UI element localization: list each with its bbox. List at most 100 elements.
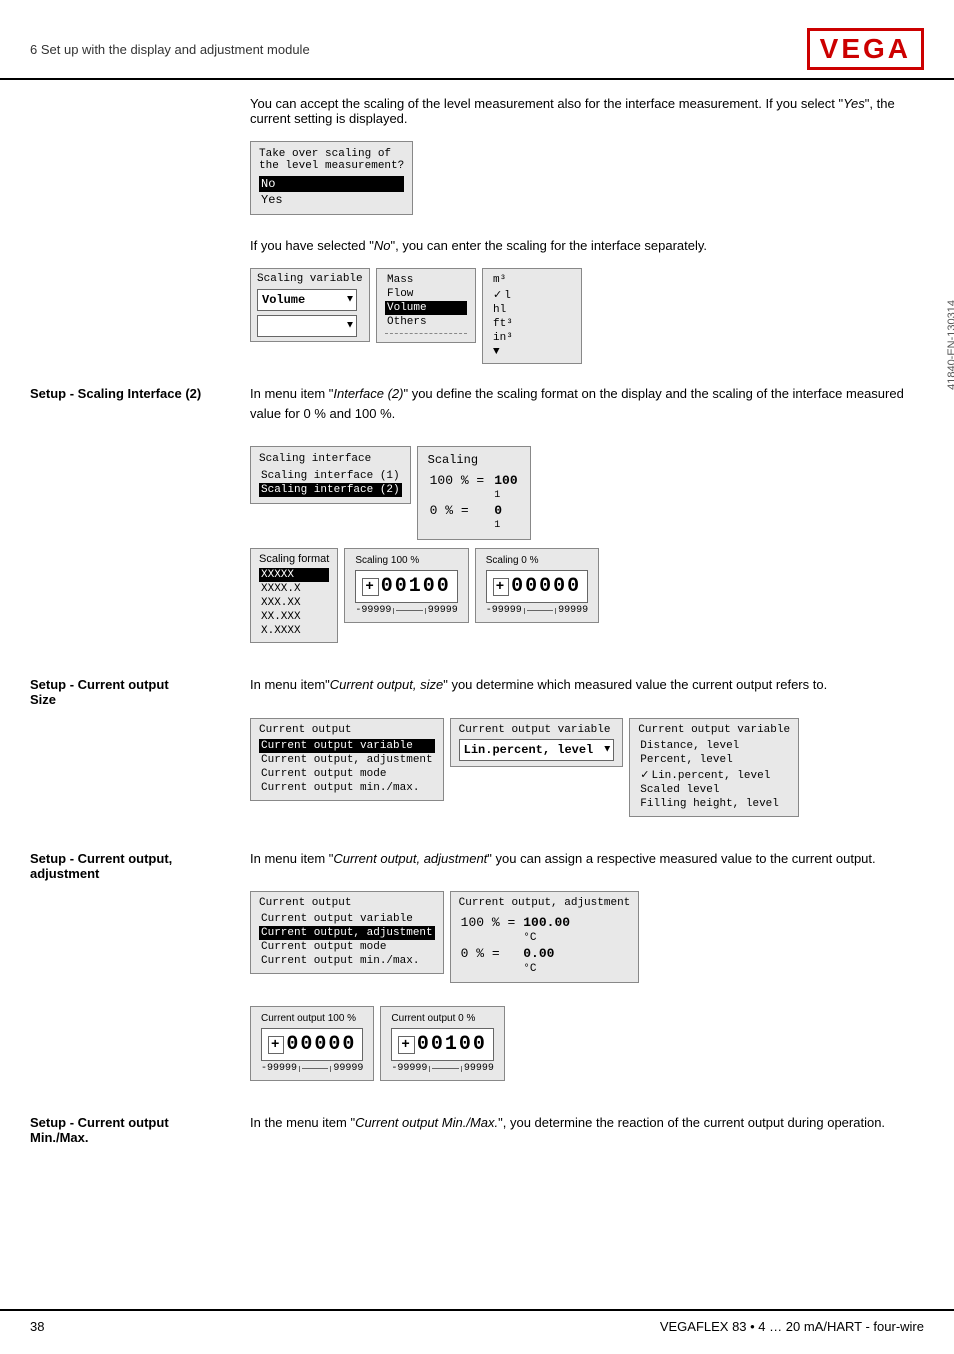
co-tick-right2 [461, 1066, 462, 1072]
take-over-title: Take over scaling ofthe level measuremen… [259, 148, 404, 172]
co-adj-100pct-unit: °C [517, 932, 570, 944]
scaling-center-dialog: Scaling 100 % = 100 1 0 % = [417, 446, 531, 540]
scaling-0-value[interactable]: + 00000 [486, 570, 588, 603]
co-output-100-slider[interactable]: -99999 99999 [261, 1063, 363, 1074]
scaling-options-col1: Mass Flow Volume Others [376, 268, 476, 343]
footer-page: 38 [30, 1319, 44, 1334]
option-flow[interactable]: Flow [385, 287, 467, 301]
slider-tick-right1 [425, 608, 426, 614]
co-percent-level[interactable]: Percent, level [638, 753, 790, 767]
option-volume[interactable]: Volume [385, 301, 467, 315]
section-current-output-minmax: Setup - Current outputMin./Max. In the m… [30, 1113, 924, 1145]
co-adj-adjustment[interactable]: Current output, adjustment [259, 926, 435, 940]
co-output-0-digits: 00100 [417, 1033, 487, 1056]
scaling-interface-dialog: Scaling interface Scaling interface (1) … [250, 446, 411, 504]
co-adj-variable[interactable]: Current output variable [259, 912, 435, 926]
scaling-100-digits: 00100 [381, 575, 451, 598]
option-m3[interactable]: m³ [491, 273, 573, 287]
current-output-adjustment-text: In menu item "Current output, adjustment… [250, 849, 924, 869]
slider-line1 [396, 610, 422, 611]
option-hl[interactable]: hl [491, 303, 573, 317]
co-output-100-value[interactable]: + 00000 [261, 1028, 363, 1061]
co-adj-minmax[interactable]: Current output min./max. [259, 954, 435, 968]
doc-number: 41840-EN-130314 [946, 300, 954, 390]
co-mode[interactable]: Current output mode [259, 767, 435, 781]
scaling-0-slider[interactable]: -99999 99999 [486, 605, 588, 616]
scaling-interface-title: Scaling interface [259, 453, 402, 465]
current-output-menu: Current output Current output variable C… [250, 718, 444, 801]
current-output-variable-list: Current output variable Distance, level … [629, 718, 799, 817]
co-output-100-max: 99999 [333, 1063, 363, 1074]
co-output-0-max: 99999 [464, 1063, 494, 1074]
co-adj-mode[interactable]: Current output mode [259, 940, 435, 954]
co-output-0-slider[interactable]: -99999 99999 [391, 1063, 493, 1074]
co-output-100-digits: 00000 [286, 1033, 356, 1056]
format-xx-xxx[interactable]: XX.XXX [259, 610, 329, 624]
section-current-output-size-label: Setup - Current outputSize [30, 675, 250, 825]
option-in3[interactable]: in³ [491, 331, 573, 345]
format-xxxxx[interactable]: XXXXX [259, 568, 329, 582]
co-adjustment[interactable]: Current output, adjustment [259, 753, 435, 767]
scaling-100pct-label: 100 % = [430, 473, 485, 488]
co-distance-level[interactable]: Distance, level [638, 739, 790, 753]
co-linpercent-level[interactable]: Lin.percent, level [638, 767, 790, 783]
co-slider-line1 [302, 1068, 328, 1069]
scaling-0pct-value: 0 [486, 503, 517, 518]
scaling-0pct-sub-val: 1 [486, 520, 517, 531]
scaling-100-slider[interactable]: -99999 99999 [355, 605, 457, 616]
section-current-output-size: Setup - Current outputSize In menu item"… [30, 675, 924, 825]
scaling-variable-dropdown2[interactable]: ▼ [257, 315, 357, 337]
slider-tick-left2 [524, 608, 525, 614]
co-adj-table: 100 % = 100.00 °C 0 % = 0.00 [459, 913, 572, 977]
co-scaled-level[interactable]: Scaled level [638, 783, 790, 797]
scaling-100pct-sub [430, 490, 485, 501]
scaling-0-max: 99999 [558, 605, 588, 616]
section-current-output-adjustment-label: Setup - Current output,adjustment [30, 849, 250, 1090]
co-filling-height[interactable]: Filling height, level [638, 797, 790, 811]
page-container: 6 Set up with the display and adjustment… [0, 0, 954, 1354]
take-over-yes[interactable]: Yes [259, 192, 404, 208]
plus-icon: + [362, 578, 378, 596]
content-area: You can accept the scaling of the level … [0, 96, 954, 1145]
scaling-interface-1[interactable]: Scaling interface (1) [259, 469, 402, 483]
scaling-interface-2[interactable]: Scaling interface (2) [259, 483, 402, 497]
co-plus-icon: + [268, 1036, 284, 1054]
footer: 38 VEGAFLEX 83 • 4 … 20 mA/HART - four-w… [0, 1309, 954, 1334]
plus-icon2: + [493, 578, 509, 596]
scaling-format-title: Scaling format [259, 553, 329, 565]
footer-product: VEGAFLEX 83 • 4 … 20 mA/HART - four-wire [660, 1319, 924, 1334]
scaling-table: 100 % = 100 1 0 % = 0 [428, 471, 520, 533]
dropdown-arrow2-icon: ▼ [347, 321, 353, 332]
scaling-100-box: Scaling 100 % + 00100 -99999 99999 [344, 548, 468, 623]
co-adj-0pct-label: 0 % = [461, 946, 516, 961]
co-plus-icon2: + [398, 1036, 414, 1054]
scaling-0-digits: 00000 [511, 575, 581, 598]
co-minmax[interactable]: Current output min./max. [259, 781, 435, 795]
current-output-minmax-text: In the menu item "Current output Min./Ma… [250, 1113, 924, 1133]
option-l[interactable]: l [491, 287, 573, 303]
co-output-0-title: Current output 0 % [391, 1013, 493, 1024]
scaling-0pct-label: 0 % = [430, 503, 485, 518]
take-over-no[interactable]: No [259, 176, 404, 192]
co-adj-dialog-title: Current output, adjustment [459, 897, 631, 909]
scaling-variable-dropdown[interactable]: Volume ▼ [257, 289, 357, 311]
co-variable[interactable]: Current output variable [259, 739, 435, 753]
intro-block: You can accept the scaling of the level … [30, 96, 924, 364]
co-variable-select[interactable]: Lin.percent, level ▼ [459, 739, 615, 761]
section-current-output-adjustment-body: In menu item "Current output, adjustment… [250, 849, 924, 1090]
section-current-output-minmax-label: Setup - Current outputMin./Max. [30, 1113, 250, 1145]
co-output-0-value[interactable]: + 00100 [391, 1028, 493, 1061]
scaling-100-value[interactable]: + 00100 [355, 570, 457, 603]
co-adj-menu-title: Current output [259, 897, 435, 909]
format-x-xxxx[interactable]: X.XXXX [259, 624, 329, 638]
option-down[interactable]: ▼ [491, 345, 573, 359]
scaling-interface-text: In menu item "Interface (2)" you define … [250, 384, 924, 423]
option-others[interactable]: Others [385, 315, 467, 329]
doc-number-wrap: 41840-EN-130314 [924, 200, 954, 400]
option-mass[interactable]: Mass [385, 273, 467, 287]
option-ft3[interactable]: ft³ [491, 317, 573, 331]
co-adj-menu: Current output Current output variable C… [250, 891, 444, 974]
format-xxx-xx[interactable]: XXX.XX [259, 596, 329, 610]
scaling-interface-row2: Scaling format XXXXX XXXX.X XXX.XX XX.XX… [250, 548, 924, 643]
format-xxxx-x[interactable]: XXXX.X [259, 582, 329, 596]
